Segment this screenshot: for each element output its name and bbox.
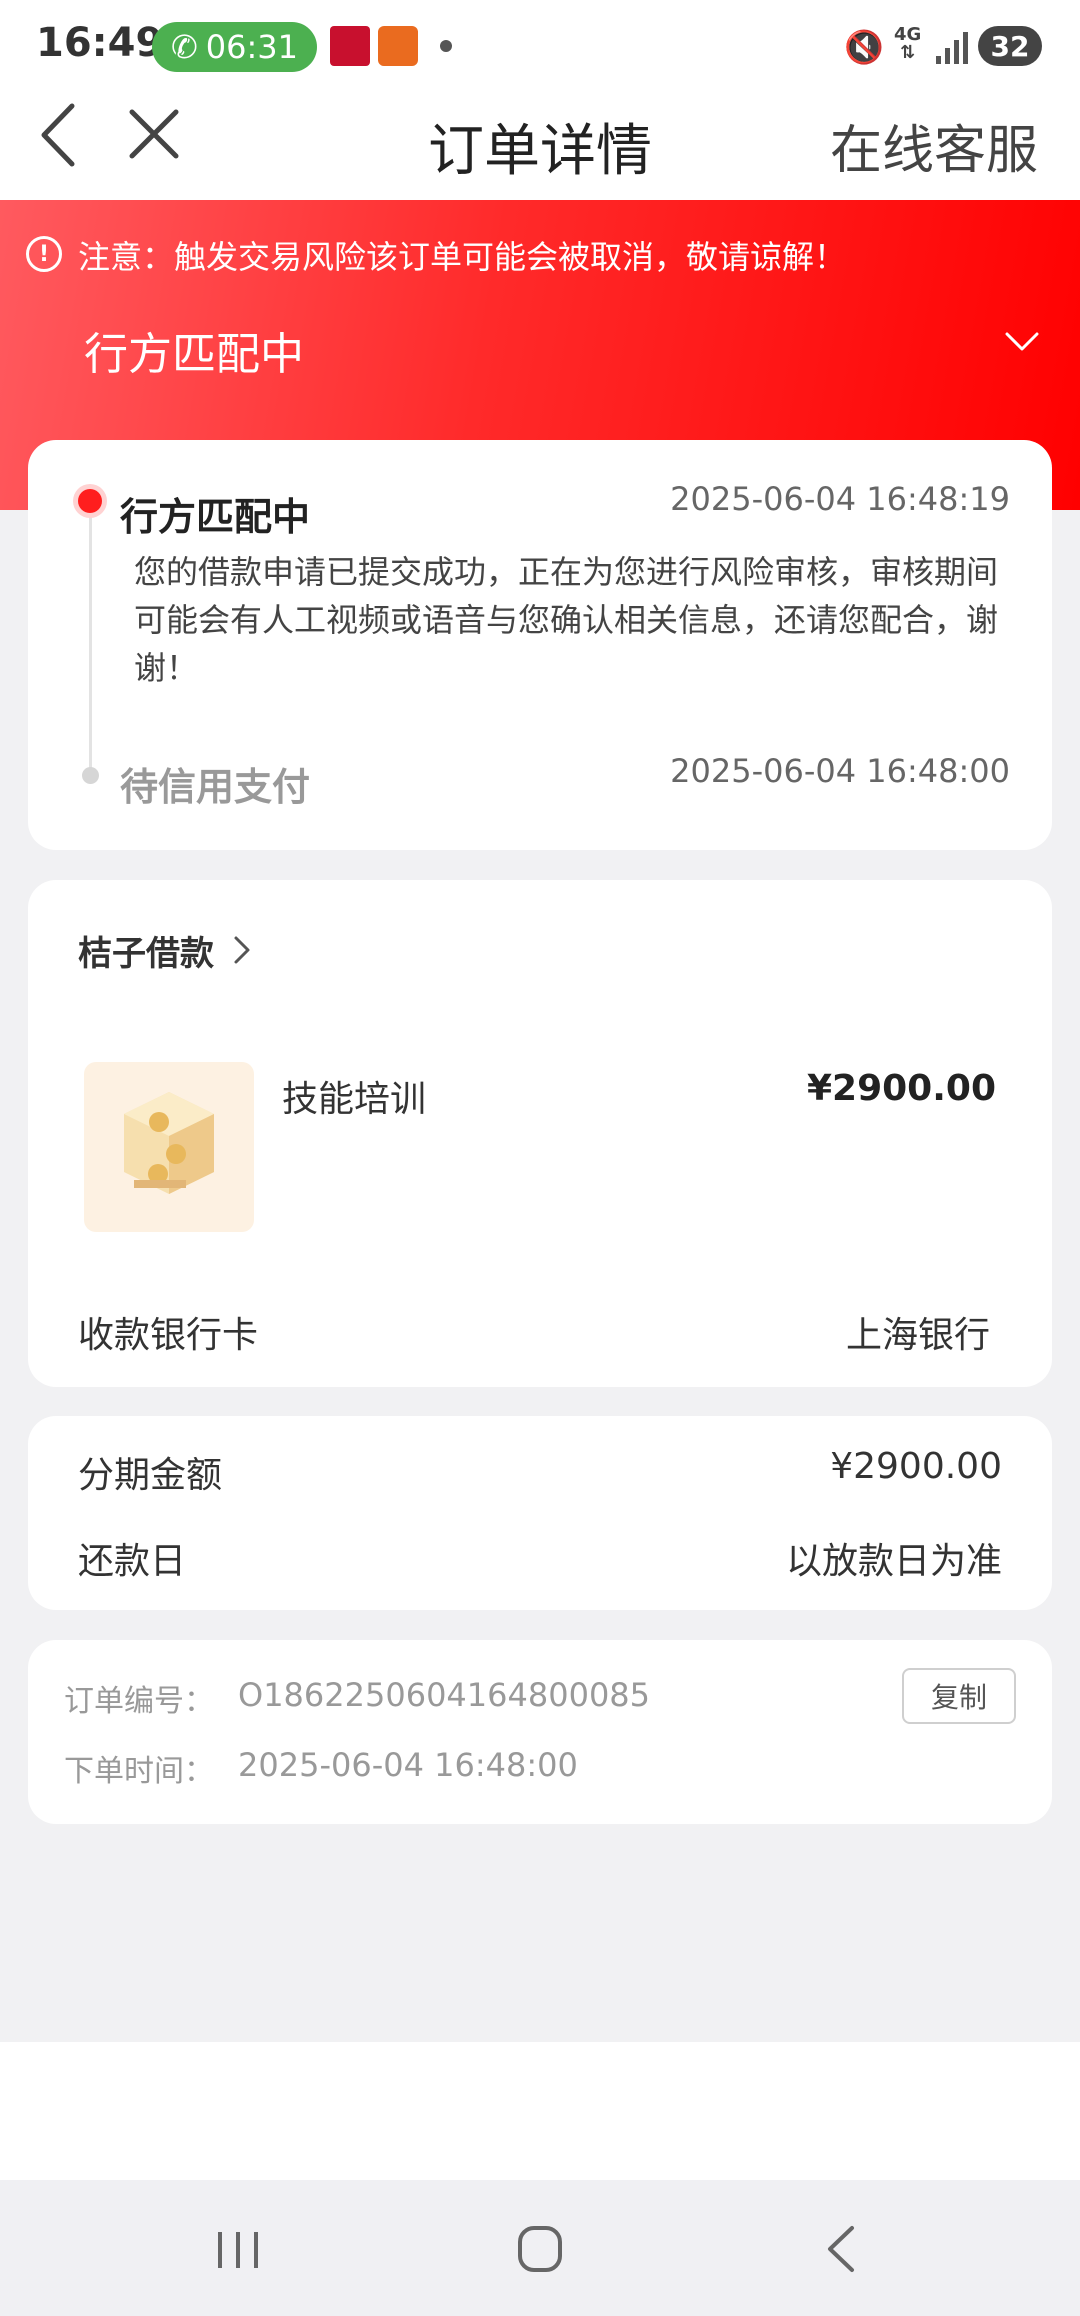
- risk-warning-text: 注意：触发交易风险该订单可能会被取消，敬请谅解！: [78, 238, 847, 276]
- copy-button[interactable]: 复制: [902, 1668, 1016, 1724]
- installment-amount-value: ¥2900.00: [830, 1446, 1002, 1487]
- bank-card-label: 收款银行卡: [78, 1315, 259, 1356]
- timeline-dot-active: [73, 484, 107, 518]
- timeline-step-time: 2025-06-04 16:48:00: [670, 752, 1010, 790]
- order-number-value: O1862250604164800085: [238, 1676, 651, 1714]
- repayment-day-value: 以放款日为准: [785, 1541, 1002, 1582]
- nav-back-icon[interactable]: [820, 2224, 860, 2274]
- app-notification-icon: [378, 26, 418, 66]
- phone-icon: ✆: [170, 28, 198, 66]
- call-duration: 06:31: [205, 28, 299, 66]
- timeline-step-time: 2025-06-04 16:48:19: [670, 480, 1010, 518]
- timeline-line: [89, 508, 92, 776]
- more-notifications-dot: [440, 40, 452, 52]
- battery-icon: 32: [978, 26, 1042, 66]
- product-price: ¥2900.00: [806, 1068, 996, 1109]
- timeline-step-title: 行方匹配中: [120, 495, 311, 539]
- merchant-link[interactable]: 桔子借款: [78, 926, 214, 975]
- bank-card-value: 上海银行: [845, 1315, 990, 1356]
- product-name: 技能培训: [282, 1079, 427, 1120]
- repayment-day-label: 还款日: [78, 1541, 187, 1582]
- product-image: [84, 1062, 254, 1232]
- call-duration-pill[interactable]: ✆ 06:31: [152, 22, 317, 72]
- order-info-card: [28, 1640, 1052, 1824]
- recent-apps-icon[interactable]: [214, 2228, 262, 2272]
- chevron-down-icon[interactable]: [1004, 324, 1040, 360]
- order-time-label: 下单时间：: [64, 1754, 214, 1789]
- bottom-blank-area: [0, 2042, 1080, 2180]
- chevron-right-icon[interactable]: [232, 934, 252, 966]
- timeline-step-description: 您的借款申请已提交成功，正在为您进行风险审核，审核期间可能会有人工视频或语音与您…: [134, 553, 999, 687]
- timeline-step-title: 待信用支付: [120, 765, 311, 809]
- mute-icon: 🔇: [844, 28, 884, 66]
- timeline-dot-inactive: [82, 767, 99, 784]
- signal-icon: [936, 32, 968, 64]
- status-time: 16:49: [36, 20, 164, 66]
- online-service-button[interactable]: 在线客服: [830, 108, 1038, 183]
- order-number-label: 订单编号：: [64, 1684, 214, 1719]
- installment-amount-label: 分期金额: [78, 1455, 223, 1496]
- order-time-value: 2025-06-04 16:48:00: [238, 1746, 578, 1784]
- coin-box-icon: [124, 1092, 214, 1194]
- warning-icon: !: [26, 236, 62, 272]
- order-status-title: 行方匹配中: [84, 329, 304, 380]
- home-icon[interactable]: [516, 2224, 564, 2274]
- app-notification-icon: [330, 26, 370, 66]
- network-type: 4G ⇅: [894, 24, 922, 63]
